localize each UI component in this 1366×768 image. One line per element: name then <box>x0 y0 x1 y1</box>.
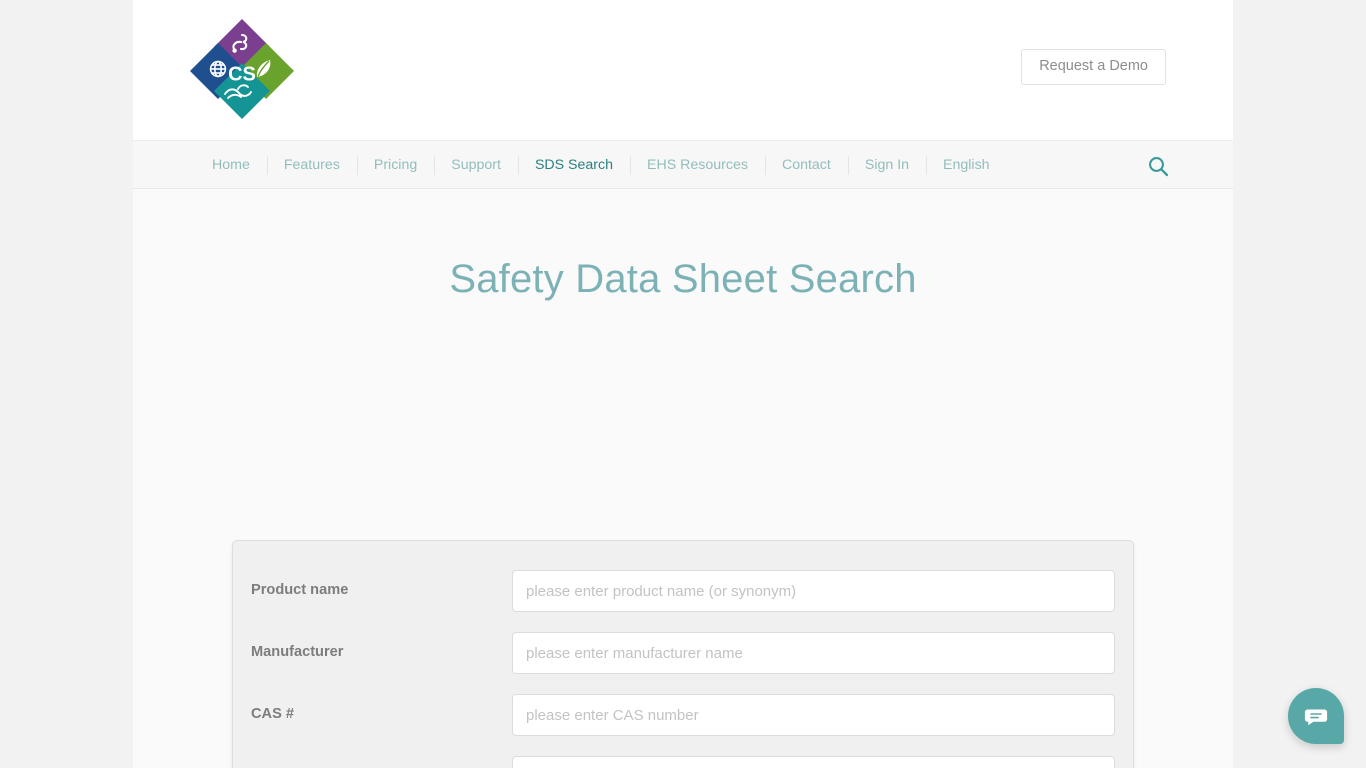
sidebar-item-english[interactable]: English <box>926 141 1007 190</box>
product-name-input[interactable] <box>512 570 1115 612</box>
sidebar-item-pricing[interactable]: Pricing <box>357 141 434 190</box>
chat-bubble-icon <box>1304 709 1328 726</box>
nav-item-support[interactable]: Support <box>434 141 518 190</box>
sidebar-item-sign-in[interactable]: Sign In <box>848 141 926 190</box>
nav-item-sign-in[interactable]: Sign In <box>847 141 926 190</box>
search-type-select[interactable]: Begins with Contains Exact match <box>512 756 1115 768</box>
form-row-product-name: Product name <box>233 570 1133 632</box>
sidebar-item-contact[interactable]: Contact <box>765 141 848 190</box>
search-type-select-wrapper: Begins with Contains Exact match <box>512 756 1115 768</box>
nav-search-button[interactable] <box>1147 141 1169 190</box>
nav-item-home[interactable]: Home <box>195 141 267 190</box>
cas-number-input[interactable] <box>512 694 1115 736</box>
site-logo[interactable]: CS <box>190 17 294 121</box>
sds-search-form-card: Product name Manufacturer CAS # Search t… <box>232 540 1134 768</box>
nav-item-sds-search[interactable]: SDS Search <box>517 141 630 190</box>
main-content: Safety Data Sheet Search Product name Ma… <box>133 189 1233 768</box>
page-title: Safety Data Sheet Search <box>449 257 917 301</box>
cas-number-label: CAS # <box>251 706 294 722</box>
manufacturer-input[interactable] <box>512 632 1115 674</box>
form-row-search-type: Search type Begins with Contains Exact m… <box>233 756 1133 768</box>
site-header: CS Request a Demo <box>133 0 1233 140</box>
sidebar-item-sds-search[interactable]: SDS Search <box>518 141 630 190</box>
site-container: CS Request a Demo Home Features Pricing … <box>133 0 1233 768</box>
main-navigation: Home Features Pricing Support SDS Search… <box>133 140 1233 189</box>
page-root: CS Request a Demo Home Features Pricing … <box>0 0 1366 768</box>
svg-text:CS: CS <box>228 63 256 85</box>
sidebar-item-features[interactable]: Features <box>267 141 357 190</box>
nav-list: Home Features Pricing Support SDS Search… <box>195 141 1007 190</box>
manufacturer-label: Manufacturer <box>251 644 344 660</box>
sidebar-item-support[interactable]: Support <box>434 141 518 190</box>
nav-item-pricing[interactable]: Pricing <box>356 141 434 190</box>
search-icon <box>1149 156 1169 176</box>
request-a-demo-button[interactable]: Request a Demo <box>1021 49 1166 85</box>
nav-item-ehs-resources[interactable]: EHS Resources <box>630 141 765 190</box>
sidebar-item-home[interactable]: Home <box>195 141 267 190</box>
product-name-label: Product name <box>251 582 349 598</box>
sidebar-item-ehs-resources[interactable]: EHS Resources <box>630 141 765 190</box>
form-row-manufacturer: Manufacturer <box>233 632 1133 694</box>
nav-item-english[interactable]: English <box>926 141 1007 190</box>
nav-item-features[interactable]: Features <box>266 141 357 190</box>
form-row-cas-number: CAS # <box>233 694 1133 756</box>
chat-widget-button[interactable] <box>1288 688 1344 744</box>
nav-item-contact[interactable]: Contact <box>764 141 848 190</box>
chemical-safety-diamond-logo: CS <box>190 19 294 119</box>
